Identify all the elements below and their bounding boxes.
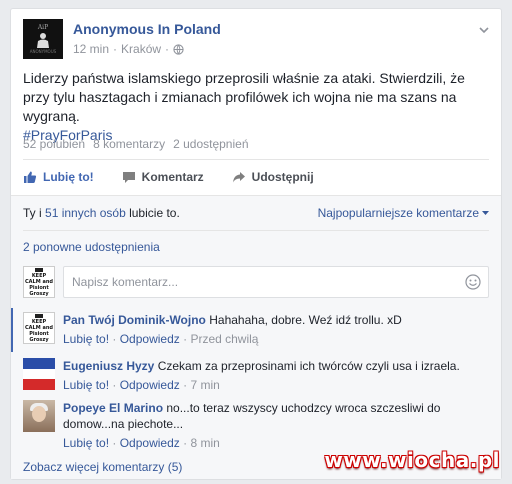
comment-text: Czekam za przeprosinami ich twórców czyl… xyxy=(157,359,460,373)
post-header: AiP ANONYMOUS Anonymous In Poland 12 min… xyxy=(23,19,491,61)
crown-icon xyxy=(35,313,43,318)
likes-count[interactable]: 52 polubień xyxy=(23,137,85,151)
comment-like-link[interactable]: Lubię to! xyxy=(63,332,109,346)
action-bar: Lubię to! Komentarz Udostępnij xyxy=(23,167,491,187)
chevron-down-icon[interactable] xyxy=(477,23,491,37)
divider xyxy=(23,230,489,231)
likes-prefix: Ty i xyxy=(23,206,42,220)
comment-actions: Lubię to! · Odpowiedz · Przed chwilą xyxy=(63,332,259,346)
comment-avatar[interactable] xyxy=(23,358,55,390)
emoji-smiley-icon[interactable] xyxy=(465,274,481,290)
crown-icon xyxy=(35,267,43,272)
globe-icon xyxy=(173,43,184,55)
meta-separator: · xyxy=(165,42,170,56)
suited-figure-icon xyxy=(37,33,49,48)
user-avatar: KEEP CALM and Pisiont Groszy xyxy=(23,266,55,298)
caret-down-icon xyxy=(482,210,489,215)
comment-body: Popeye El Marino no...to teraz wszyscy u… xyxy=(63,400,483,451)
share-arrow-icon xyxy=(232,172,245,183)
comment-label: Komentarz xyxy=(141,170,204,184)
share-label: Udostępnij xyxy=(251,170,314,184)
likes-summary: Ty i 51 innych osób lubicie to. Najpopul… xyxy=(23,206,489,220)
watermark: www.wiocha.pl xyxy=(324,448,500,472)
avatar-caption: ANONYMOUS xyxy=(29,49,57,54)
flag-stripe xyxy=(23,368,55,380)
comment-reply-link[interactable]: Odpowiedz xyxy=(120,436,180,450)
post-meta: 12 min · Kraków · xyxy=(73,42,184,56)
comment-reply-link[interactable]: Odpowiedz xyxy=(120,378,180,392)
page-name-link[interactable]: Anonymous In Poland xyxy=(73,21,221,37)
flag-stripe xyxy=(23,358,55,369)
shares-count[interactable]: 2 udostępnień xyxy=(173,137,248,151)
speech-bubble-icon xyxy=(122,172,135,183)
avatar-text: KEEP CALM and Pisiont Groszy xyxy=(25,318,53,343)
comment-input[interactable] xyxy=(63,266,489,298)
comment-button[interactable]: Komentarz xyxy=(122,167,204,187)
comment-author[interactable]: Popeye El Marino xyxy=(63,401,163,415)
reshares-link[interactable]: 2 ponowne udostępnienia xyxy=(23,240,160,254)
page-avatar[interactable]: AiP ANONYMOUS xyxy=(23,19,63,59)
comments-section: Ty i 51 innych osób lubicie to. Najpopul… xyxy=(11,195,501,479)
likes-suffix: lubicie to. xyxy=(129,206,180,220)
comment-time[interactable]: Przed chwilą xyxy=(190,332,258,346)
avatar-text: KEEP CALM and Pisiont Groszy xyxy=(25,272,53,297)
like-label: Lubię to! xyxy=(43,170,94,184)
comment-avatar[interactable] xyxy=(23,400,55,432)
comment-like-link[interactable]: Lubię to! xyxy=(63,378,109,392)
comment-body: Pan Twój Dominik-Wojno Hahahaha, dobre. … xyxy=(63,312,483,347)
comment-reply-link[interactable]: Odpowiedz xyxy=(120,332,180,346)
post-body: Liderzy państwa islamskiego przeprosili … xyxy=(23,70,465,124)
divider xyxy=(23,159,489,160)
comment-time[interactable]: 8 min xyxy=(190,436,219,450)
likers-link[interactable]: 51 innych osób xyxy=(45,206,126,220)
comments-count[interactable]: 8 komentarzy xyxy=(93,137,165,151)
comment-body: Eugeniusz Hyzy Czekam za przeprosinami i… xyxy=(63,358,483,393)
share-button[interactable]: Udostępnij xyxy=(232,167,314,187)
comment-author[interactable]: Pan Twój Dominik-Wojno xyxy=(63,313,206,327)
post-time[interactable]: 12 min xyxy=(73,42,109,56)
view-more-comments-link[interactable]: Zobacz więcej komentarzy (5) xyxy=(23,460,182,474)
comment-time[interactable]: 7 min xyxy=(190,378,219,392)
flag-stripe xyxy=(23,379,55,390)
comment-actions: Lubię to! · Odpowiedz · 7 min xyxy=(63,378,220,392)
post-card: AiP ANONYMOUS Anonymous In Poland 12 min… xyxy=(10,8,502,480)
post-stats: 52 polubień 8 komentarzy 2 udostępnień xyxy=(23,137,249,151)
like-button[interactable]: Lubię to! xyxy=(23,167,94,187)
meta-separator: · xyxy=(113,42,118,56)
thumbs-up-icon xyxy=(24,171,37,183)
post-text: Liderzy państwa islamskiego przeprosili … xyxy=(23,69,491,145)
comment-like-link[interactable]: Lubię to! xyxy=(63,436,109,450)
comment-author[interactable]: Eugeniusz Hyzy xyxy=(63,359,154,373)
comment-composer: KEEP CALM and Pisiont Groszy xyxy=(23,266,489,302)
comment-avatar[interactable]: KEEP CALM and Pisiont Groszy xyxy=(23,312,55,344)
post-location[interactable]: Kraków xyxy=(121,42,161,56)
new-comment-indicator xyxy=(11,308,13,352)
likes-summary-text: Ty i 51 innych osób lubicie to. xyxy=(23,206,180,220)
sort-label: Najpopularniejsze komentarze xyxy=(317,206,479,220)
portrait-face xyxy=(32,406,46,422)
sort-comments-dropdown[interactable]: Najpopularniejsze komentarze xyxy=(318,206,489,220)
avatar-logo-text: AiP xyxy=(37,24,49,31)
comment-text: Hahahaha, dobre. Weź idź trollu. xD xyxy=(209,313,402,327)
